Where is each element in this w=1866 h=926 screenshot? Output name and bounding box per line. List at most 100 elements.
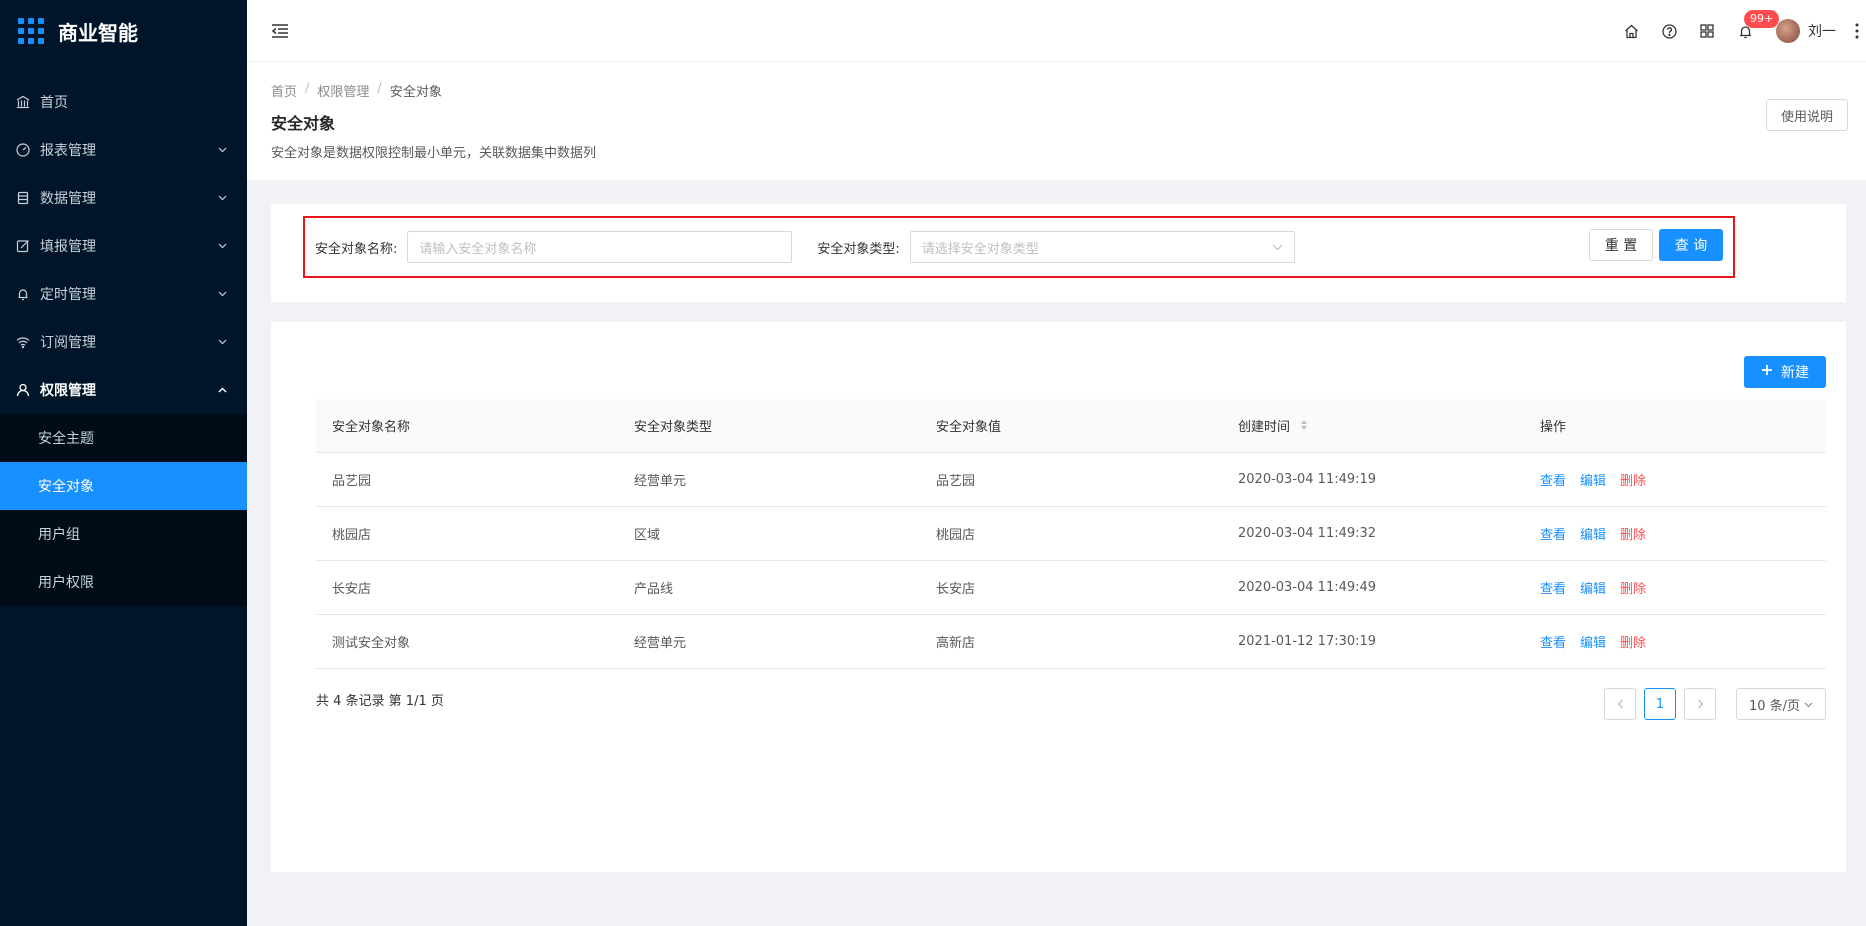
cell-actions: 查看 编辑 删除 <box>1524 632 1826 651</box>
chevron-down-icon <box>217 241 227 251</box>
menu-fold-icon[interactable] <box>271 22 289 40</box>
avatar <box>1776 19 1800 43</box>
table-row: 桃园店 区域 桃园店 2020-03-04 11:49:32 查看 编辑 删除 <box>316 507 1826 561</box>
breadcrumb: 首页 / 权限管理 / 安全对象 <box>271 81 442 100</box>
sidebar-subitem-security-object[interactable]: 安全对象 <box>0 462 247 510</box>
view-link[interactable]: 查看 <box>1540 524 1566 543</box>
view-link[interactable]: 查看 <box>1540 578 1566 597</box>
sidebar-item-subscribe[interactable]: 订阅管理 <box>0 318 247 366</box>
user-icon <box>15 382 31 398</box>
breadcrumb-home[interactable]: 首页 <box>271 81 297 100</box>
sidebar-item-reports[interactable]: 报表管理 <box>0 126 247 174</box>
breadcrumb-permissions[interactable]: 权限管理 <box>317 81 369 100</box>
sidebar-item-label: 订阅管理 <box>40 335 96 351</box>
sidebar-item-label: 权限管理 <box>40 383 96 399</box>
cell-created: 2020-03-04 11:49:32 <box>1238 526 1377 541</box>
type-select[interactable]: 请选择安全对象类型 <box>909 231 1295 263</box>
sidebar-menu: 首页 报表管理 数据管理 填报管理 定时管理 订阅管理 权限管理 安全主题 安全… <box>0 78 247 606</box>
cell-type: 区域 <box>634 528 661 543</box>
cell-value: 长安店 <box>936 582 976 597</box>
sidebar-item-home[interactable]: 首页 <box>0 78 247 126</box>
breadcrumb-current: 安全对象 <box>389 85 442 100</box>
logo[interactable]: 商业智能 <box>0 0 247 62</box>
cell-name: 测试安全对象 <box>332 636 411 651</box>
page-size-value: 10 条/页 <box>1748 698 1801 714</box>
user-menu[interactable]: 刘一 <box>1776 19 1836 43</box>
delete-link[interactable]: 删除 <box>1620 578 1646 597</box>
form-icon <box>15 238 31 254</box>
next-page-button[interactable] <box>1684 688 1716 720</box>
query-button[interactable]: 查 询 <box>1659 229 1723 261</box>
table-card: 新建 安全对象名称 安全对象类型 安全对象值 创建时间 操作 品艺园 经营单元 … <box>271 322 1846 872</box>
edit-link[interactable]: 编辑 <box>1580 470 1606 489</box>
cell-actions: 查看 编辑 删除 <box>1524 524 1826 543</box>
cell-name: 品艺园 <box>332 474 372 489</box>
view-link[interactable]: 查看 <box>1540 632 1566 651</box>
new-button[interactable]: 新建 <box>1744 356 1826 388</box>
cell-name: 桃园店 <box>332 528 372 543</box>
wifi-icon <box>15 334 31 350</box>
new-button-label: 新建 <box>1781 365 1809 381</box>
sidebar-item-label: 数据管理 <box>40 191 96 207</box>
breadcrumb-separator: / <box>305 81 310 96</box>
column-header-type: 安全对象类型 <box>634 420 713 435</box>
bank-icon <box>15 94 31 110</box>
sort-icon[interactable] <box>1300 419 1308 435</box>
sidebar-item-data[interactable]: 数据管理 <box>0 174 247 222</box>
sidebar-subitem-user-permission[interactable]: 用户权限 <box>0 558 247 606</box>
cell-type: 经营单元 <box>634 636 687 651</box>
sidebar-item-permissions[interactable]: 权限管理 <box>0 366 247 414</box>
name-field-label: 安全对象名称: <box>315 241 398 257</box>
search-form: 安全对象名称: 请输入安全对象名称 安全对象类型: 请选择安全对象类型 重 置 … <box>303 216 1735 278</box>
table-row: 长安店 产品线 长安店 2020-03-04 11:49:49 查看 编辑 删除 <box>316 561 1826 615</box>
column-header-created[interactable]: 创建时间 <box>1222 416 1524 436</box>
prev-page-button[interactable] <box>1604 688 1636 720</box>
notification-badge: 99+ <box>1744 10 1780 28</box>
pagination-total: 共 4 条记录 第 1/1 页 <box>316 694 444 709</box>
chevron-down-icon <box>217 337 227 347</box>
more-vertical-icon[interactable] <box>1848 0 1866 62</box>
sidebar-item-label: 报表管理 <box>40 143 96 159</box>
table-row: 测试安全对象 经营单元 高新店 2021-01-12 17:30:19 查看 编… <box>316 615 1826 669</box>
apps-grid-icon[interactable] <box>1688 0 1726 62</box>
sidebar-item-fill[interactable]: 填报管理 <box>0 222 247 270</box>
column-header-value: 安全对象值 <box>936 420 1002 435</box>
page-number-button[interactable]: 1 <box>1644 688 1676 720</box>
sidebar-item-schedule[interactable]: 定时管理 <box>0 270 247 318</box>
edit-link[interactable]: 编辑 <box>1580 632 1606 651</box>
help-circle-icon[interactable] <box>1650 0 1688 62</box>
edit-link[interactable]: 编辑 <box>1580 524 1606 543</box>
notification-bell-icon[interactable]: 99+ <box>1726 0 1780 62</box>
cell-type: 产品线 <box>634 582 674 597</box>
reset-button[interactable]: 重 置 <box>1589 229 1653 261</box>
sidebar-item-label: 定时管理 <box>40 287 96 303</box>
chevron-down-icon <box>217 193 227 203</box>
dashboard-icon <box>15 142 31 158</box>
sidebar: 商业智能 首页 报表管理 数据管理 填报管理 定时管理 订阅管理 权限管理 安全… <box>0 0 247 926</box>
help-button[interactable]: 使用说明 <box>1765 99 1848 131</box>
username: 刘一 <box>1808 24 1836 40</box>
delete-link[interactable]: 删除 <box>1620 524 1646 543</box>
column-header-created-label: 创建时间 <box>1238 419 1291 435</box>
pagination: 1 10 条/页 <box>1604 688 1826 720</box>
cell-created: 2020-03-04 11:49:19 <box>1238 472 1377 487</box>
cell-actions: 查看 编辑 删除 <box>1524 578 1826 597</box>
security-object-table: 安全对象名称 安全对象类型 安全对象值 创建时间 操作 品艺园 经营单元 品艺园… <box>316 399 1826 669</box>
view-link[interactable]: 查看 <box>1540 470 1566 489</box>
type-field-label: 安全对象类型: <box>817 241 900 257</box>
edit-link[interactable]: 编辑 <box>1580 578 1606 597</box>
home-icon[interactable] <box>1612 0 1650 62</box>
delete-link[interactable]: 删除 <box>1620 470 1646 489</box>
cell-value: 品艺园 <box>936 474 976 489</box>
chevron-down-icon <box>1804 697 1813 712</box>
page-header: 首页 / 权限管理 / 安全对象 安全对象 安全对象是数据权限控制最小单元，关联… <box>247 62 1866 180</box>
cell-value: 高新店 <box>936 636 976 651</box>
sidebar-subitem-security-topic[interactable]: 安全主题 <box>0 414 247 462</box>
breadcrumb-separator: / <box>377 81 382 96</box>
cell-actions: 查看 编辑 删除 <box>1524 470 1826 489</box>
name-search-input[interactable]: 请输入安全对象名称 <box>407 231 793 263</box>
sidebar-subitem-user-group[interactable]: 用户组 <box>0 510 247 558</box>
delete-link[interactable]: 删除 <box>1620 632 1646 651</box>
permissions-submenu: 安全主题 安全对象 用户组 用户权限 <box>0 414 247 606</box>
page-size-select[interactable]: 10 条/页 <box>1736 688 1826 720</box>
